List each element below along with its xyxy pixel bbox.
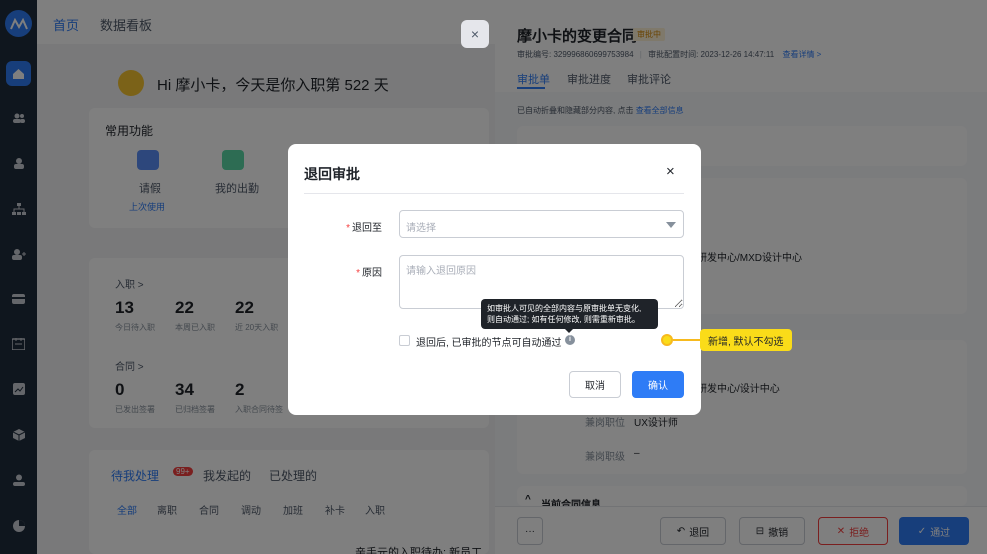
return-to-label: * 退回至 bbox=[346, 223, 382, 234]
info-icon[interactable]: i bbox=[565, 335, 575, 345]
annotation-marker bbox=[661, 334, 673, 346]
chevron-down-icon bbox=[666, 222, 676, 228]
reason-label: * 原因 bbox=[356, 268, 382, 279]
close-icon: × bbox=[470, 26, 480, 42]
auto-pass-label[interactable]: 退回后, 已审批的节点可自动通过 bbox=[416, 334, 562, 349]
modal-close-icon[interactable]: × bbox=[666, 163, 675, 180]
drawer-close-button[interactable]: × bbox=[461, 20, 489, 48]
return-to-select[interactable]: 请选择 bbox=[399, 210, 684, 238]
return-approval-modal: 退回审批 × *退回至 请选择 *原因 如审批人可见的全部内容与原审批单无变化,… bbox=[288, 144, 701, 415]
auto-pass-tooltip: 如审批人可见的全部内容与原审批单无变化, 则自动通过; 如有任何修改, 则需重新… bbox=[481, 299, 658, 333]
tooltip-line: 如审批人可见的全部内容与原审批单无变化, bbox=[487, 304, 642, 313]
modal-title: 退回审批 bbox=[304, 166, 360, 182]
cancel-button[interactable]: 取消 bbox=[569, 371, 621, 398]
return-to-placeholder: 请选择 bbox=[406, 223, 436, 234]
confirm-button[interactable]: 确认 bbox=[632, 371, 684, 398]
annotation-connector bbox=[673, 339, 701, 341]
annotation-tag: 新增, 默认不勾选 bbox=[700, 329, 792, 351]
auto-pass-checkbox[interactable] bbox=[399, 335, 410, 346]
tooltip-line: 则自动通过; 如有任何修改, 则需重新审批。 bbox=[487, 315, 640, 324]
modal-divider bbox=[304, 193, 684, 194]
